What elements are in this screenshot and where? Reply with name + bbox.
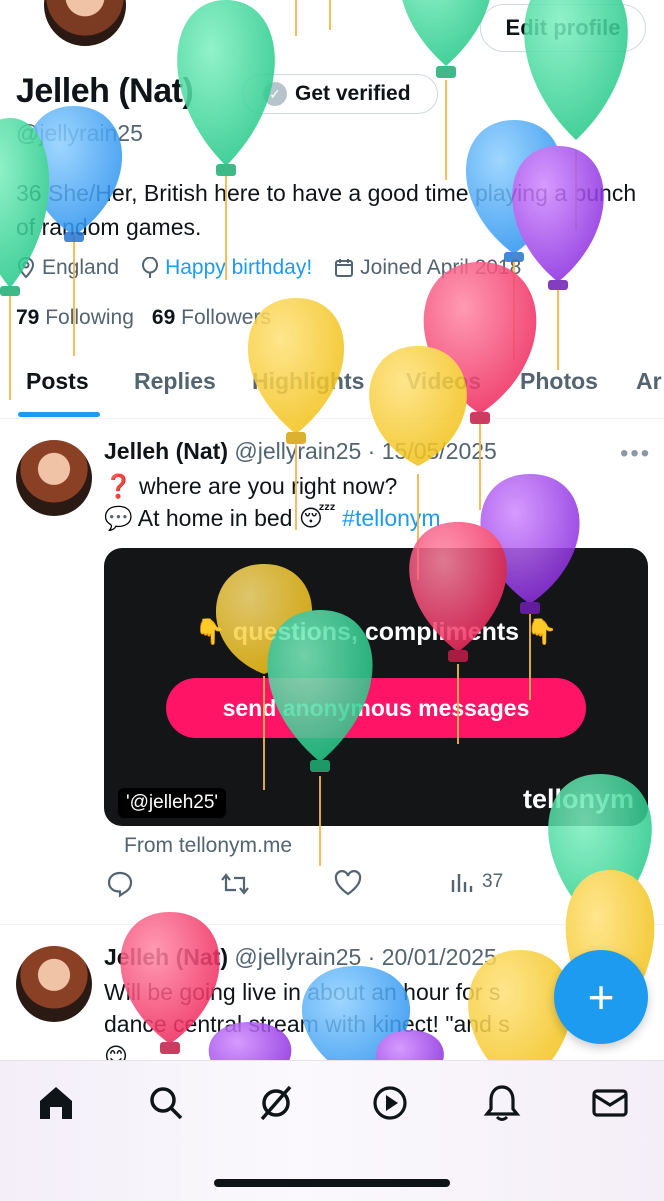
post-divider [0,924,664,925]
birthday-link[interactable]: Happy birthday! [165,256,312,280]
play-icon[interactable] [370,1083,410,1123]
mail-icon[interactable] [590,1083,630,1123]
post-line: ❓ where are you right now? [104,473,398,499]
profile-meta: England Happy birthday! Joined April 201… [16,256,521,280]
post-text: ❓ where are you right now? 💬 At home in … [104,470,441,534]
get-verified-label: Get verified [295,82,411,105]
tab-articles[interactable]: Ar [636,368,662,395]
joined-item: Joined April 2018 [334,256,521,280]
joined-text: Joined April 2018 [360,256,522,279]
profile-handle: @jellyrain25 [16,120,143,146]
location-icon [17,257,35,279]
profile-name: Jelleh (Nat) [16,72,194,110]
tab-replies[interactable]: Replies [134,368,216,395]
post-header: Jelleh (Nat) @jellyrain25 · 20/01/2025 [104,944,497,971]
plus-icon: + [587,971,615,1023]
card-question: 👇 questions, compliments 👇 [194,618,558,646]
card-tag: '@jelleh25' [118,788,227,818]
tab-photos[interactable]: Photos [520,368,598,395]
post-line: 😊 [104,1043,128,1060]
card-send-button: send anonymous messages [166,678,586,738]
heart-icon [334,870,362,896]
profile-avatar[interactable] [40,0,130,50]
post-meta: @jellyrain25 · 15/05/2025 [234,438,497,464]
tab-highlights[interactable]: Highlights [252,368,364,395]
tab-posts[interactable]: Posts [26,368,89,395]
grok-icon[interactable] [256,1083,296,1123]
following-link[interactable]: 79 Following [16,306,134,330]
link-card[interactable]: 👇 questions, compliments 👇 send anonymou… [104,548,648,826]
like-button[interactable] [334,870,362,896]
get-verified-button[interactable]: ✓ Get verified [242,74,438,114]
card-source[interactable]: From tellonym.me [124,834,292,858]
hashtag-link[interactable]: #tellonym [342,505,440,531]
views-icon [451,874,473,892]
location-text: England [42,256,120,279]
home-icon[interactable] [36,1083,76,1123]
repost-button[interactable] [220,870,250,898]
compose-button[interactable]: + [554,950,648,1044]
reply-button[interactable] [106,870,134,898]
profile-tabs: Posts Replies Highlights Videos Photos A… [0,352,664,419]
active-tab-indicator [18,412,100,417]
views-count: 37 [482,871,504,892]
verified-badge-icon: ✓ [263,82,287,106]
follow-stats: 79 Following 69 Followers [16,306,271,330]
bell-icon[interactable] [482,1083,522,1123]
bottom-nav [0,1060,664,1201]
more-options-icon[interactable]: ••• [620,440,651,468]
home-indicator [214,1179,450,1187]
balloon-icon [142,257,159,278]
location-item: England [16,256,119,280]
tellonym-logo: tellonym [522,784,634,814]
followers-link[interactable]: 69 Followers [152,306,271,330]
reply-icon [107,871,133,898]
edit-profile-button[interactable]: Edit profile [480,4,646,52]
birthday-item[interactable]: Happy birthday! [141,256,312,280]
post-avatar[interactable] [16,946,92,1022]
tab-videos[interactable]: Videos [406,368,481,395]
post-avatar[interactable] [16,440,92,516]
post-actions: 37 [106,870,646,906]
post-header: Jelleh (Nat) @jellyrain25 · 15/05/2025 [104,438,497,465]
post-line: 💬 At home in bed 😴 #tellonym [104,505,441,531]
calendar-icon [335,259,354,277]
views-button[interactable]: 37 [450,870,503,894]
search-icon[interactable] [146,1083,186,1123]
post-meta: @jellyrain25 · 20/01/2025 [234,944,497,970]
profile-bio: 36 She/Her, British here to have a good … [16,180,637,240]
repost-icon [221,873,249,895]
post-author[interactable]: Jelleh (Nat) [104,944,228,970]
post-author[interactable]: Jelleh (Nat) [104,438,228,464]
